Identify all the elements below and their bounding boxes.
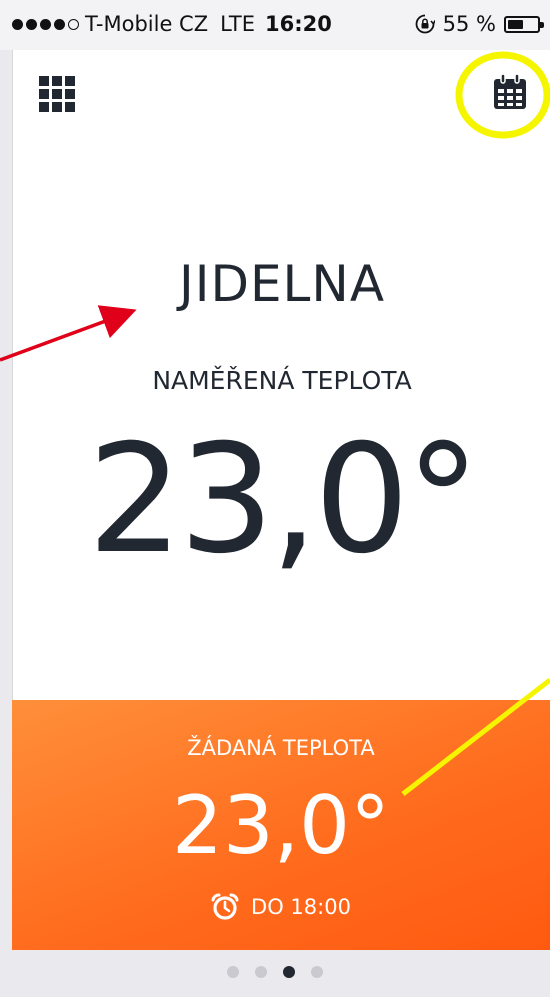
status-right: 55 % [415,12,544,36]
grid-menu-icon[interactable] [39,76,75,112]
page-dot-3[interactable] [283,966,295,978]
page-dot-4[interactable] [311,966,323,978]
target-temperature-value[interactable]: 23,0° [12,778,550,874]
target-temperature-label: ŽÁDANÁ TEPLOTA [187,736,375,760]
signal-strength-icon [12,18,79,30]
status-bar: T-Mobile CZ LTE 16:20 55 % [0,0,550,50]
measured-temperature-label: NAMĚŘENÁ TEPLOTA [152,366,412,395]
carrier-name: T-Mobile CZ [85,12,209,36]
network-type: LTE [220,12,255,36]
battery-icon [504,15,544,33]
status-time: 16:20 [265,12,332,36]
page-dot-1[interactable] [227,966,239,978]
battery-level [508,19,523,29]
target-temperature-panel[interactable]: ŽÁDANÁ TEPLOTA 23,0° DO 18:00 [12,700,550,950]
rotation-lock-icon [415,14,435,34]
status-left: T-Mobile CZ LTE 16:20 [12,12,332,36]
page-indicator [0,966,550,978]
alarm-clock-icon [211,893,239,920]
schedule-info: DO 18:00 [12,893,550,921]
calendar-icon[interactable] [493,74,527,110]
measured-temperature-value: 23,0° [87,413,481,587]
room-name: JIDELNA [178,255,386,313]
schedule-text: DO 18:00 [251,895,351,919]
battery-percentage: 55 % [442,12,496,36]
page-dot-2[interactable] [255,966,267,978]
